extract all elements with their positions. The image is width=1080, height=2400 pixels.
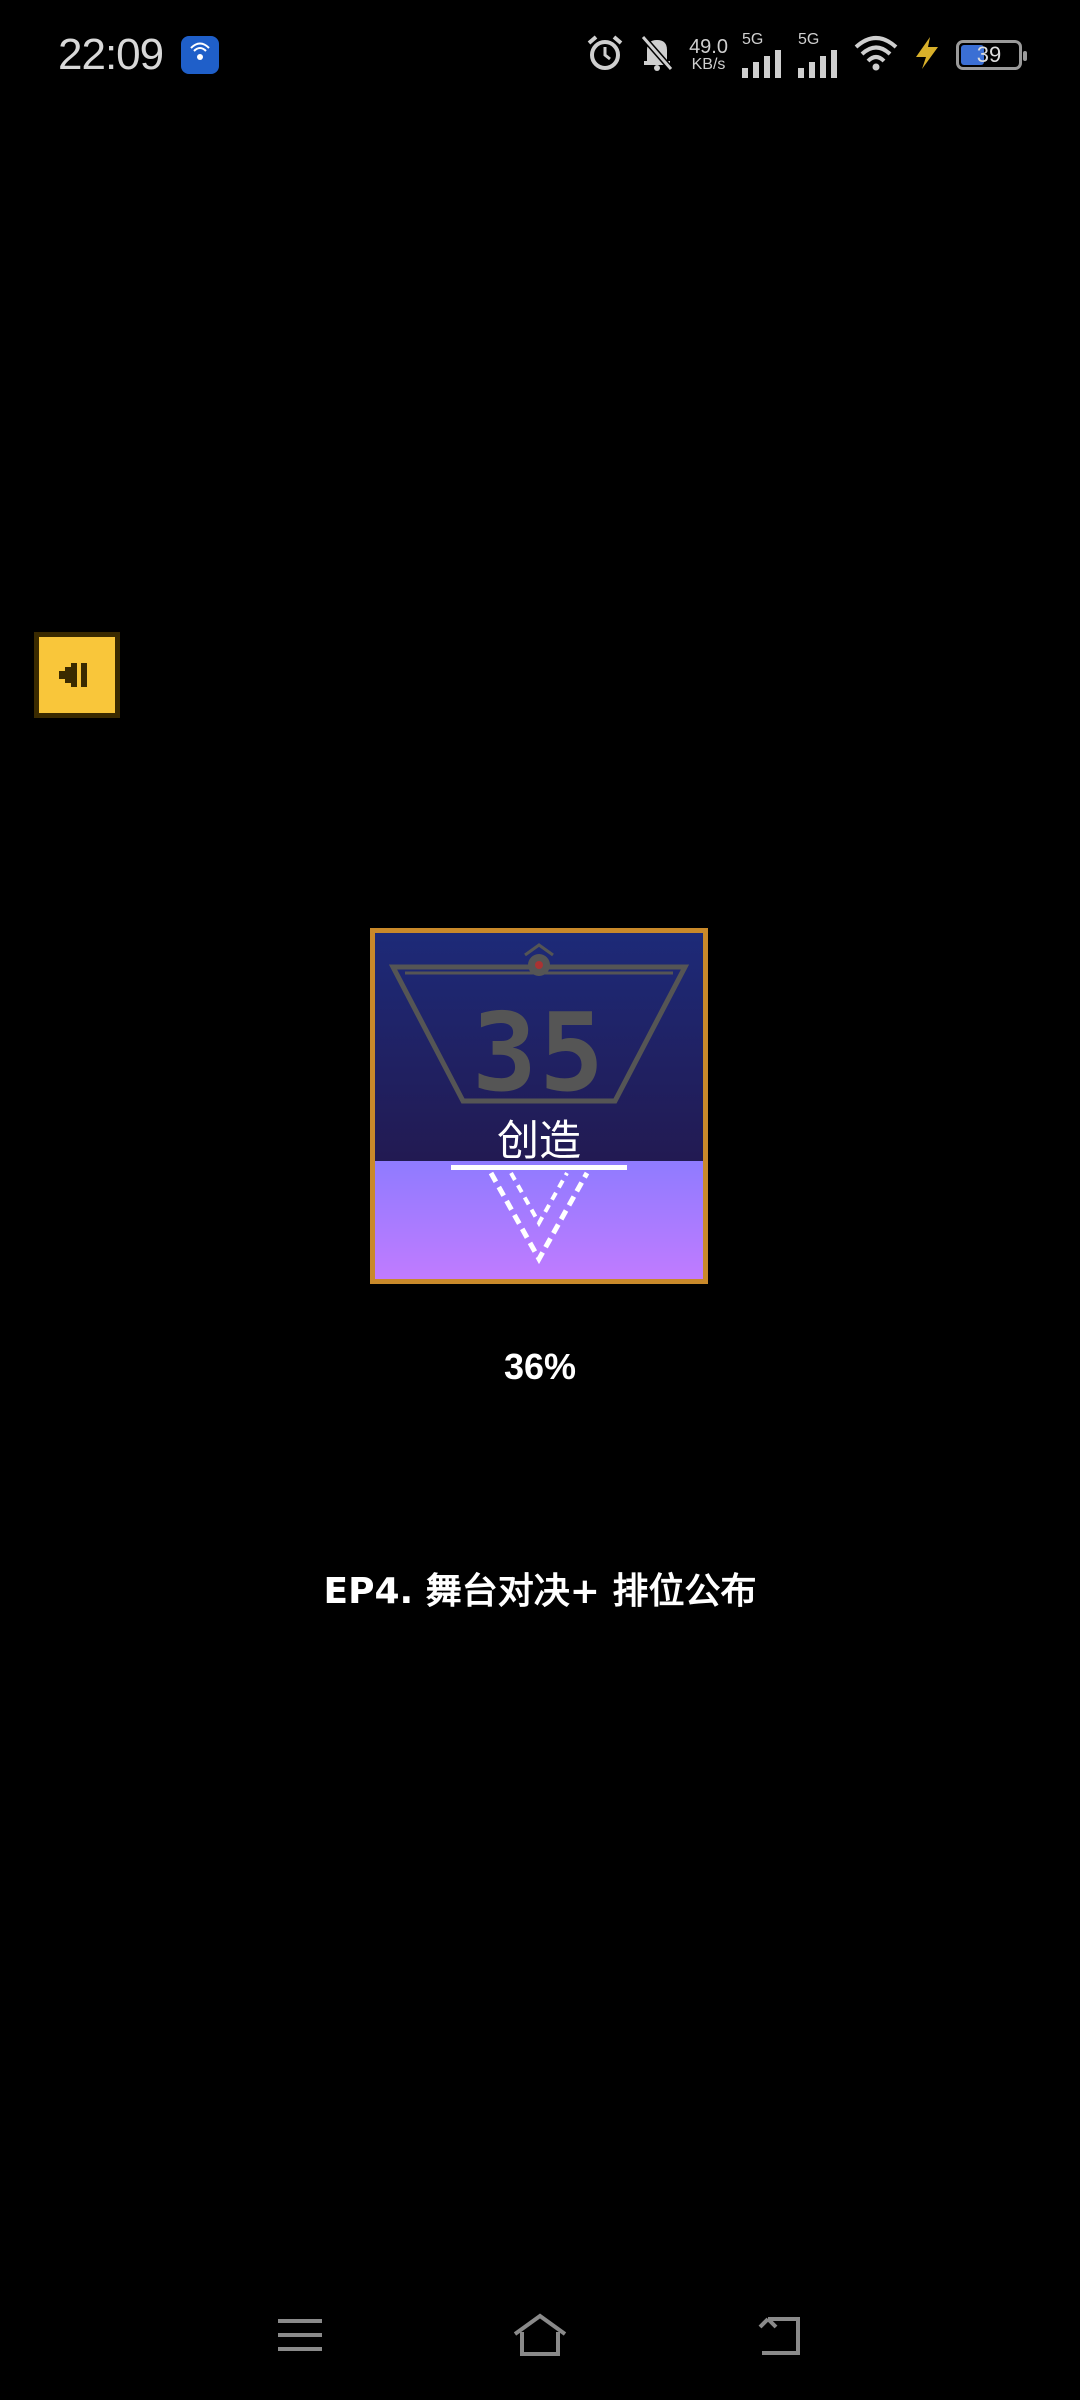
net-speed: 49.0 KB/s — [689, 37, 728, 73]
status-left: 22:09 — [58, 30, 220, 80]
bell-muted-icon — [639, 33, 675, 78]
emblem-label: 创造 — [496, 1116, 581, 1165]
home-icon — [513, 2313, 567, 2356]
signal-bars-icon — [742, 50, 781, 78]
wifi-icon — [854, 35, 898, 76]
system-nav-bar — [0, 2300, 1080, 2370]
net-speed-value: 49.0 — [689, 36, 728, 58]
clock: 22:09 — [58, 30, 164, 79]
battery-percent: 39 — [976, 42, 1002, 67]
loading-screen: 22:09 49.0 KB/s 5G 5G 39 35 创造 36% EP4. … — [0, 0, 1080, 2400]
home-button[interactable] — [500, 2300, 580, 2370]
net-speed-unit: KB/s — [691, 56, 726, 73]
battery-indicator: 39 — [956, 40, 1027, 70]
episode-emblem: 35 创造 — [370, 928, 708, 1284]
back-arrow-icon — [59, 663, 87, 687]
hotspot-icon — [181, 36, 220, 74]
signal-bars-icon — [798, 50, 837, 78]
menu-button[interactable] — [260, 2300, 340, 2370]
status-bar: 22:09 49.0 KB/s 5G 5G 39 — [0, 0, 1080, 110]
episode-title: EP4. 舞台对决+ 排位公布 — [323, 1571, 757, 1612]
back-icon — [758, 2317, 800, 2355]
sim1-signal: 5G — [742, 32, 784, 78]
loading-progress-text: 36% — [503, 1346, 577, 1387]
status-right: 49.0 KB/s 5G 5G 39 — [585, 32, 1027, 78]
sim1-label: 5G — [742, 31, 764, 48]
sim2-label: 5G — [798, 31, 820, 48]
lightning-icon — [912, 35, 942, 76]
nav-back-button[interactable] — [740, 2300, 820, 2370]
alarm-icon — [585, 33, 625, 78]
sim2-signal: 5G — [798, 32, 840, 78]
menu-icon — [278, 2319, 322, 2351]
back-button[interactable] — [34, 632, 120, 718]
emblem-number: 35 — [471, 991, 607, 1116]
